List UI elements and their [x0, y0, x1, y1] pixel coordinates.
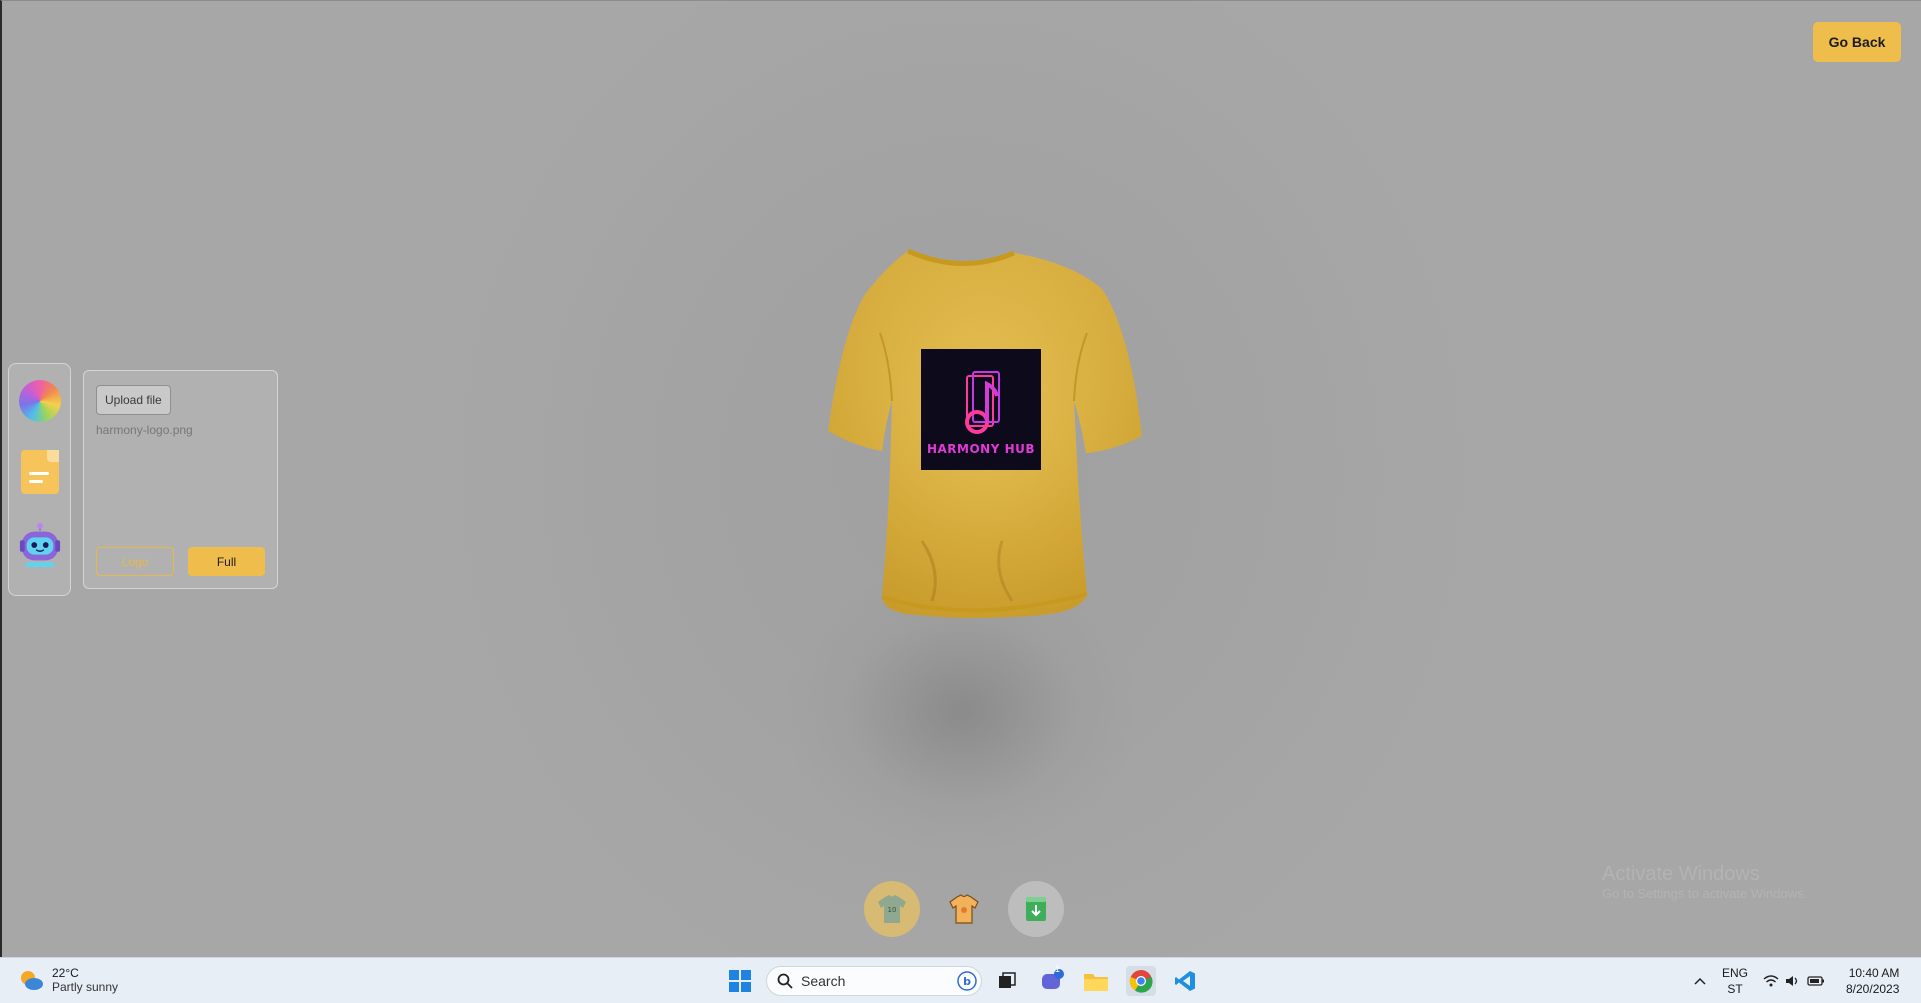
logo-shirt-filter-button[interactable]: 10 [864, 881, 920, 937]
taskbar-search[interactable]: Search b [766, 966, 982, 996]
go-back-button[interactable]: Go Back [1813, 22, 1901, 62]
stylish-shirt-icon [949, 894, 979, 924]
svg-text:10: 10 [888, 906, 897, 914]
decal-text: HARMONY HUB [926, 442, 1036, 456]
battery-icon [1807, 976, 1824, 986]
system-tray-quick-settings[interactable] [1759, 966, 1829, 996]
vscode-icon [1175, 971, 1195, 991]
download-button[interactable] [1008, 881, 1064, 937]
bing-icon: b [957, 971, 977, 991]
chevron-up-icon [1694, 977, 1706, 985]
search-icon [777, 973, 793, 989]
show-hidden-icons-button[interactable] [1685, 966, 1715, 996]
logo-shirt-icon: 10 [878, 895, 906, 923]
selected-file-name: harmony-logo.png [96, 423, 193, 437]
chrome-icon [1129, 970, 1153, 993]
canvas-stage: Go Back Upload file harmony-logo.png Log… [0, 0, 1921, 957]
task-view-button[interactable] [992, 966, 1022, 996]
clock-date: 8/20/2023 [1846, 982, 1900, 996]
activation-watermark: Activate Windows Go to Settings to activ… [1602, 863, 1808, 901]
ai-picker-tab[interactable] [18, 523, 62, 568]
search-placeholder: Search [801, 973, 846, 989]
windows-logo-icon [729, 970, 751, 992]
weather-widget[interactable]: 22°C Partly sunny [18, 966, 118, 994]
partly-sunny-icon [21, 971, 43, 990]
folder-icon [1084, 974, 1108, 991]
taskbar: 22°C Partly sunny Search b 1 ENG ST 10:4… [0, 957, 1921, 1003]
vscode-button[interactable] [1170, 966, 1200, 996]
weather-condition: Partly sunny [52, 980, 119, 994]
stylish-shirt-filter-button[interactable] [936, 881, 992, 937]
chat-button[interactable]: 1 [1037, 964, 1067, 996]
music-note-logo [965, 371, 1000, 434]
file-picker-tab[interactable] [18, 450, 62, 494]
editor-tabs [8, 363, 71, 596]
color-wheel-icon [19, 380, 61, 422]
teams-chat-icon [1042, 969, 1064, 989]
upload-file-button[interactable]: Upload file [96, 385, 171, 415]
weather-temp: 22°C [52, 966, 79, 980]
clock[interactable]: 10:40 AM 8/20/2023 [1846, 965, 1899, 997]
shirt-model[interactable]: HARMONY HUB [742, 241, 1182, 741]
task-view-icon [999, 972, 1016, 988]
chrome-button[interactable] [1126, 966, 1156, 996]
full-apply-button[interactable]: Full [188, 547, 265, 576]
logo-apply-button[interactable]: Logo [96, 547, 174, 576]
download-icon [1026, 897, 1046, 921]
svg-text:b: b [963, 975, 971, 988]
chat-badge: 1 [1055, 964, 1061, 974]
filter-tabs: 10 [864, 881, 1064, 937]
tshirt-icon [828, 248, 1142, 618]
file-icon [21, 450, 59, 494]
file-explorer-button[interactable] [1081, 966, 1111, 996]
volume-icon [1786, 976, 1798, 986]
wifi-icon [1763, 975, 1779, 987]
file-picker-panel: Upload file harmony-logo.png Logo Full [83, 370, 278, 589]
start-button[interactable] [725, 966, 755, 996]
shirt-logo-decal: HARMONY HUB [921, 349, 1041, 470]
robot-icon [19, 523, 61, 568]
language-indicator[interactable]: ENG ST [1722, 965, 1748, 997]
clock-time: 10:40 AM [1848, 966, 1900, 980]
color-picker-tab[interactable] [18, 379, 62, 423]
